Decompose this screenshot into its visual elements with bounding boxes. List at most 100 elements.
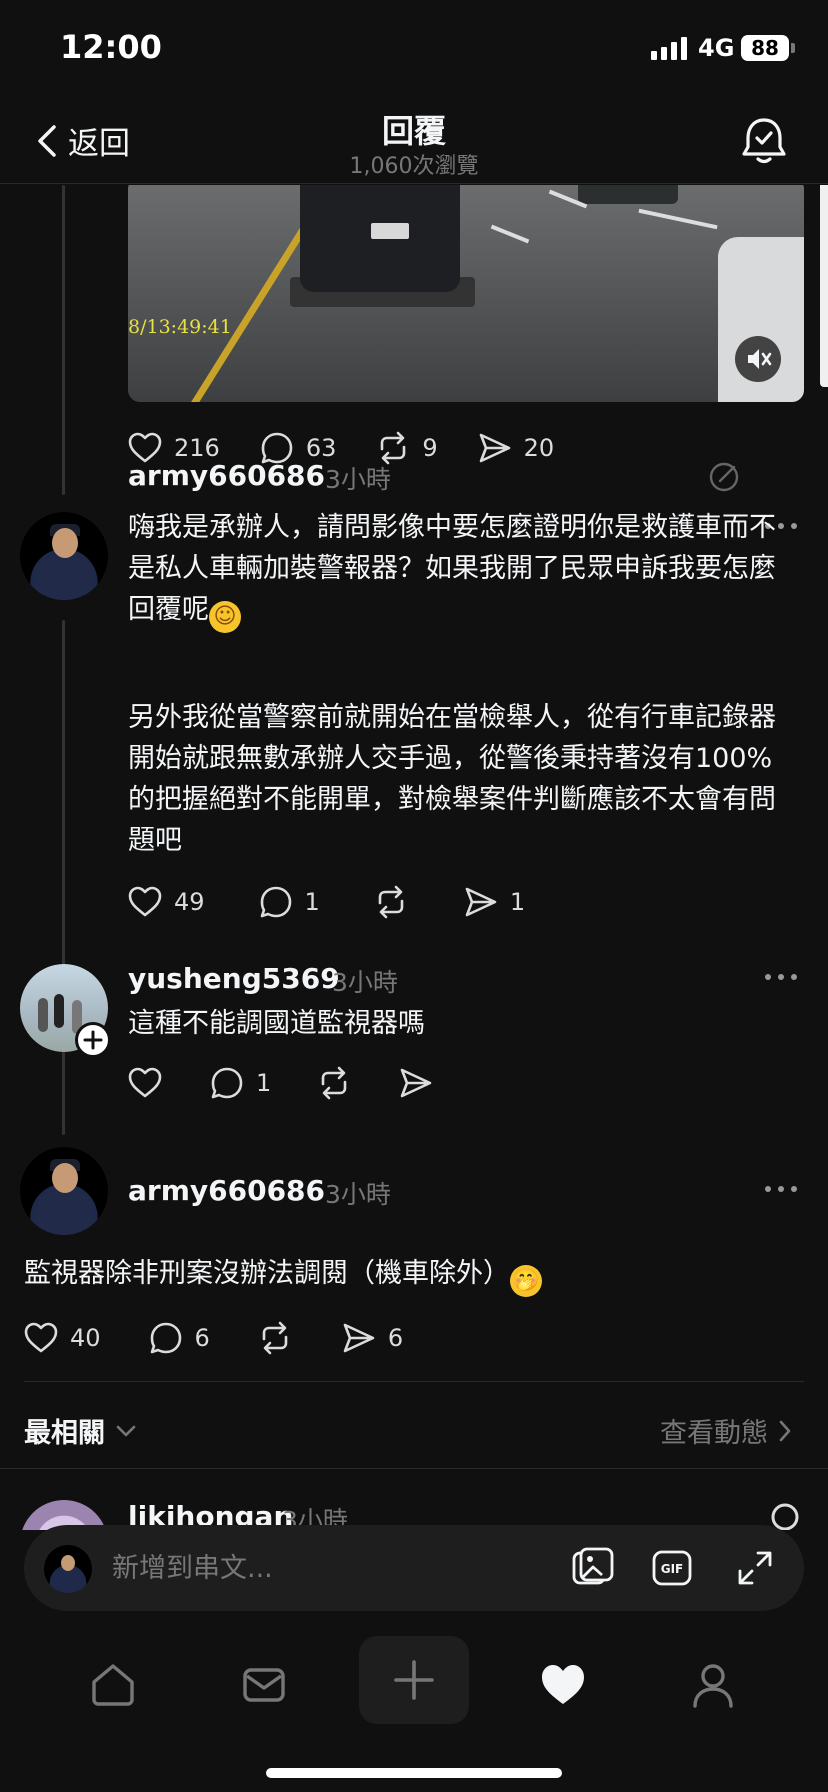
edit-history-icon[interactable] (708, 459, 742, 493)
svg-text:GIF: GIF (661, 1562, 684, 1576)
comment-count: 1 (256, 1069, 272, 1097)
notification-bell-icon[interactable] (738, 114, 790, 166)
nav-bar: 返回 回覆 1,060次瀏覽 (0, 100, 828, 184)
repost-icon (378, 885, 404, 919)
like-button[interactable] (126, 1064, 164, 1102)
network-type: 4G (698, 34, 735, 62)
like-count: 49 (174, 888, 205, 916)
tab-new-post[interactable] (359, 1636, 469, 1724)
signal-icon (651, 36, 687, 60)
like-button[interactable]: 40 (22, 1319, 101, 1357)
more-options-icon[interactable] (765, 1184, 799, 1194)
view-count: 1,060次瀏覽 (349, 154, 479, 179)
video-plate (371, 223, 409, 239)
reply-text: 嗨我是承辦人，請問影像中要怎麼證明你是救護車而不是私人車輛加裝警報器？如果我開了… (128, 507, 798, 633)
profile-icon (693, 1664, 733, 1708)
avatar-figure (54, 994, 64, 1028)
page-title: 回覆 (381, 112, 446, 150)
avatar-head (52, 1163, 78, 1193)
plus-icon (83, 1030, 103, 1050)
like-count: 40 (70, 1324, 101, 1352)
comment-button[interactable]: 6 (147, 1319, 210, 1357)
video-timestamp: 8/13:49:41 (128, 316, 232, 338)
avatar[interactable] (20, 1147, 108, 1235)
repost-button[interactable] (315, 1064, 353, 1102)
comment-button[interactable]: 1 (208, 1064, 271, 1102)
share-button[interactable] (397, 1064, 435, 1102)
battery-icon: 88 (741, 35, 789, 61)
share-button[interactable]: 20 (476, 429, 555, 467)
sort-label: 最相關 (24, 1418, 105, 1449)
expand-icon[interactable] (732, 1545, 778, 1591)
plus-icon (394, 1660, 434, 1700)
avatar[interactable] (20, 512, 108, 600)
hand-over-mouth-emoji: 🤭 (510, 1265, 542, 1297)
repost-icon (262, 1321, 288, 1355)
mute-button[interactable] (735, 336, 781, 382)
reply-actions: 49 1 1 (126, 882, 525, 922)
like-count: 216 (174, 434, 220, 462)
reply-time: 3小時 (325, 1180, 391, 1209)
reply-text: 另外我從當警察前就開始在當檢舉人，從有行車記錄器開始就跟無數承辦人交手過，從警後… (128, 702, 776, 856)
thread-line (62, 185, 65, 495)
repost-button[interactable] (256, 1319, 294, 1357)
like-button[interactable]: 49 (126, 883, 205, 921)
comment-count: 6 (194, 1324, 210, 1352)
smiling-emoji: ☺ (209, 601, 241, 633)
repost-icon (321, 1066, 347, 1100)
comment-count: 63 (305, 434, 337, 462)
video-lane-dash (638, 208, 718, 230)
status-time: 12:00 (60, 28, 162, 66)
follow-button[interactable] (75, 1022, 111, 1058)
share-count: 20 (523, 434, 555, 462)
reply-composer: GIF (24, 1525, 804, 1611)
reply-username[interactable]: army660686 (128, 1174, 325, 1207)
comment-button[interactable]: 1 (257, 883, 320, 921)
tab-inbox[interactable] (219, 1640, 309, 1730)
send-icon (465, 887, 497, 917)
avatar-head (61, 1555, 75, 1571)
video-player[interactable]: 8/13:49:41 (128, 185, 804, 402)
reply-username[interactable]: army660686 (128, 459, 325, 492)
tab-home[interactable] (68, 1640, 158, 1730)
heart-icon (24, 1322, 58, 1353)
repost-count: 9 (422, 434, 438, 462)
tab-profile[interactable] (668, 1640, 758, 1730)
reply-paragraph: 監視器除非刑案沒辦法調閱（機車除外） (24, 1258, 510, 1289)
divider (0, 1468, 828, 1469)
sort-dropdown[interactable]: 最相關 (24, 1411, 137, 1450)
more-options-icon[interactable] (765, 972, 799, 982)
heart-icon (128, 886, 162, 917)
inbox-icon (243, 1668, 285, 1702)
share-button[interactable]: 6 (340, 1319, 403, 1357)
status-bar: 12:00 4G 88 (0, 0, 828, 100)
reply-actions: 40 6 6 (22, 1318, 403, 1358)
comment-icon (150, 1322, 181, 1354)
video-far-car (578, 185, 678, 204)
send-icon (479, 433, 510, 463)
home-indicator (266, 1768, 562, 1778)
reply-time: 3小時 (332, 968, 398, 997)
chevron-down-icon (116, 1425, 136, 1436)
reply-input[interactable] (112, 1545, 492, 1591)
gif-icon[interactable]: GIF (650, 1545, 696, 1591)
thread-line (62, 620, 65, 1135)
avatar-body (38, 558, 92, 600)
view-activity-link[interactable]: 查看動態 (660, 1411, 792, 1450)
share-button[interactable]: 1 (462, 883, 525, 921)
heart-icon (128, 1067, 162, 1098)
bottom-tab-bar (0, 1622, 828, 1792)
repost-button[interactable] (372, 883, 410, 921)
thread-line (62, 1072, 65, 1117)
home-icon (92, 1664, 134, 1706)
reply-text: 監視器除非刑案沒辦法調閱（機車除外） 🤭 (24, 1253, 804, 1297)
comment-count: 1 (304, 888, 320, 916)
image-icon[interactable] (570, 1545, 616, 1591)
video-lane-dash (490, 224, 530, 244)
tab-activity[interactable] (518, 1640, 608, 1730)
divider (24, 1381, 804, 1382)
share-count: 6 (387, 1324, 404, 1352)
activity-label: 查看動態 (660, 1418, 768, 1449)
reply-username[interactable]: yusheng5369 (128, 962, 340, 995)
send-icon (400, 1068, 432, 1098)
